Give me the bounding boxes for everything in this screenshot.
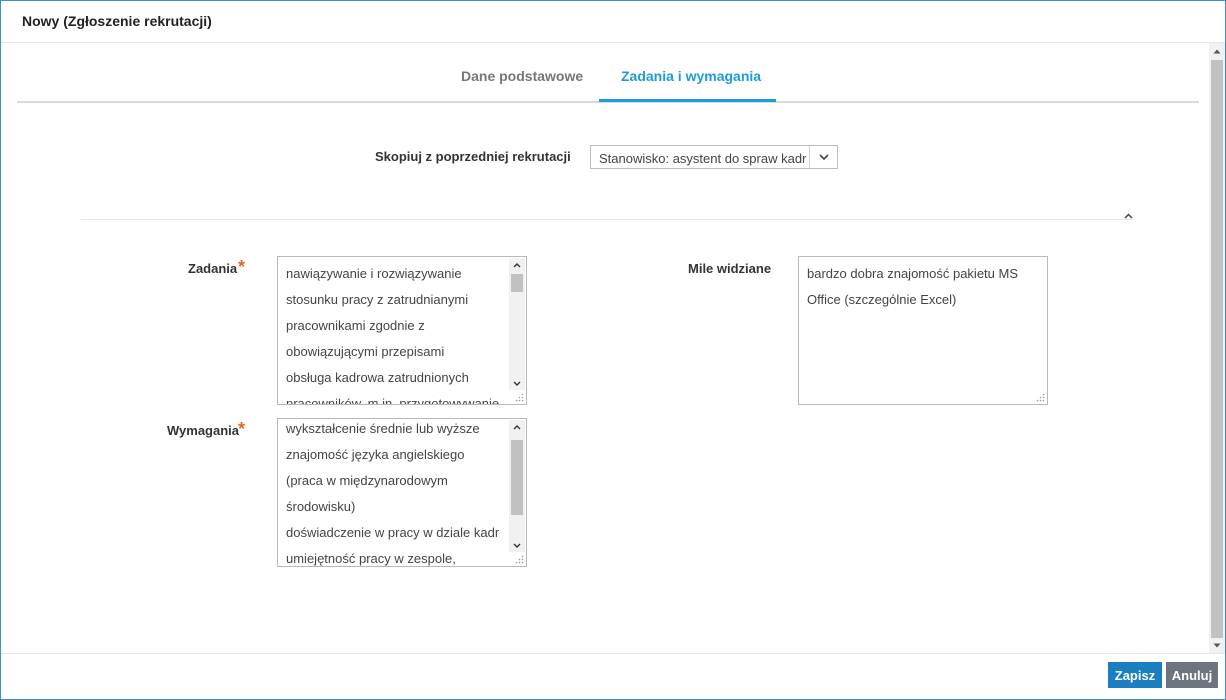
requirements-line: umiejętność pracy w zespole,: [286, 551, 456, 566]
nice-to-have-label: Mile widziane: [688, 261, 772, 276]
active-tab-indicator: [599, 99, 776, 102]
requirements-line: środowisku): [286, 499, 356, 514]
dialog-title-bar: Nowy (Zgłoszenie rekrutacji): [1, 1, 1225, 43]
scroll-up-icon[interactable]: [509, 258, 525, 272]
cancel-button[interactable]: Anuluj: [1166, 662, 1218, 688]
copy-from-previous-select[interactable]: Stanowisko: asystent do spraw kadr: [590, 145, 838, 169]
requirements-textarea[interactable]: wykształcenie średnie lub wyższe znajomo…: [277, 418, 527, 567]
dialog-window: Nowy (Zgłoszenie rekrutacji) Dane podsta…: [0, 0, 1226, 700]
dialog-footer: Zapisz Anuluj: [1, 653, 1225, 699]
requirements-scroll-thumb[interactable]: [511, 440, 523, 515]
resize-grip-icon[interactable]: [515, 555, 524, 564]
tasks-line: stosunku pracy z zatrudnianymi: [286, 292, 469, 307]
chevron-down-icon[interactable]: [809, 146, 837, 168]
tasks-textarea[interactable]: nawiązywanie i rozwiązywanie stosunku pr…: [277, 256, 527, 405]
dialog-content: Dane podstawowe Zadania i wymagania Skop…: [1, 43, 1209, 653]
requirements-label: Wymagania *: [167, 419, 245, 439]
requirements-line: znajomość języka angielskiego: [286, 447, 465, 462]
tasks-line: obowiązującymi przepisami: [286, 344, 445, 359]
copy-select-value: Stanowisko: asystent do spraw kadr: [599, 151, 807, 166]
scroll-down-icon[interactable]: [509, 376, 525, 390]
tasks-line: pracowników, m.in. przygotowywanie: [286, 396, 500, 405]
nice-to-have-textarea[interactable]: bardzo dobra znajomość pakietu MS Office…: [798, 256, 1048, 405]
requirements-line: doświadczenie w pracy w dziale kadr: [286, 525, 500, 540]
tab-zadania-i-wymagania[interactable]: Zadania i wymagania: [621, 68, 761, 84]
scroll-up-icon[interactable]: [509, 420, 525, 434]
scroll-down-icon[interactable]: [1209, 638, 1225, 652]
requirements-line: wykształcenie średnie lub wyższe: [286, 421, 480, 436]
dialog-title: Nowy (Zgłoszenie rekrutacji): [22, 13, 212, 29]
tab-dane-podstawowe[interactable]: Dane podstawowe: [461, 68, 583, 84]
tasks-text: nawiązywanie i rozwiązywanie stosunku pr…: [286, 261, 504, 405]
nice-to-have-line: bardzo dobra znajomość pakietu MS: [807, 266, 1019, 281]
scroll-down-icon[interactable]: [509, 538, 525, 552]
tasks-scroll-thumb[interactable]: [511, 274, 523, 292]
dialog-scroll-thumb[interactable]: [1211, 60, 1223, 638]
copy-from-previous-label: Skopiuj z poprzedniej rekrutacji: [375, 149, 571, 164]
required-asterisk: *: [238, 257, 246, 277]
requirements-label-text: Wymagania: [167, 423, 240, 438]
scroll-up-icon[interactable]: [1209, 44, 1225, 58]
tasks-label-text: Zadania: [188, 261, 238, 276]
tasks-scrollbar[interactable]: [509, 258, 525, 390]
save-button[interactable]: Zapisz: [1108, 662, 1162, 688]
tasks-line: obsługa kadrowa zatrudnionych: [286, 370, 469, 385]
required-asterisk: *: [238, 419, 246, 439]
dialog-scrollbar[interactable]: [1209, 43, 1225, 653]
nice-to-have-line: Office (szczególnie Excel): [807, 292, 957, 307]
requirements-line: (praca w międzynarodowym: [286, 473, 448, 488]
tasks-line: pracownikami zgodnie z: [286, 318, 425, 333]
tasks-label: Zadania *: [188, 257, 245, 277]
resize-grip-icon[interactable]: [1036, 393, 1045, 402]
section-divider: [81, 219, 1133, 220]
chevron-up-icon[interactable]: [1122, 210, 1134, 222]
requirements-scrollbar[interactable]: [509, 420, 525, 552]
resize-grip-icon[interactable]: [515, 393, 524, 402]
nice-to-have-text: bardzo dobra znajomość pakietu MS Office…: [807, 261, 1037, 313]
tasks-line: nawiązywanie i rozwiązywanie: [286, 266, 462, 281]
requirements-text: wykształcenie średnie lub wyższe znajomo…: [286, 419, 504, 566]
